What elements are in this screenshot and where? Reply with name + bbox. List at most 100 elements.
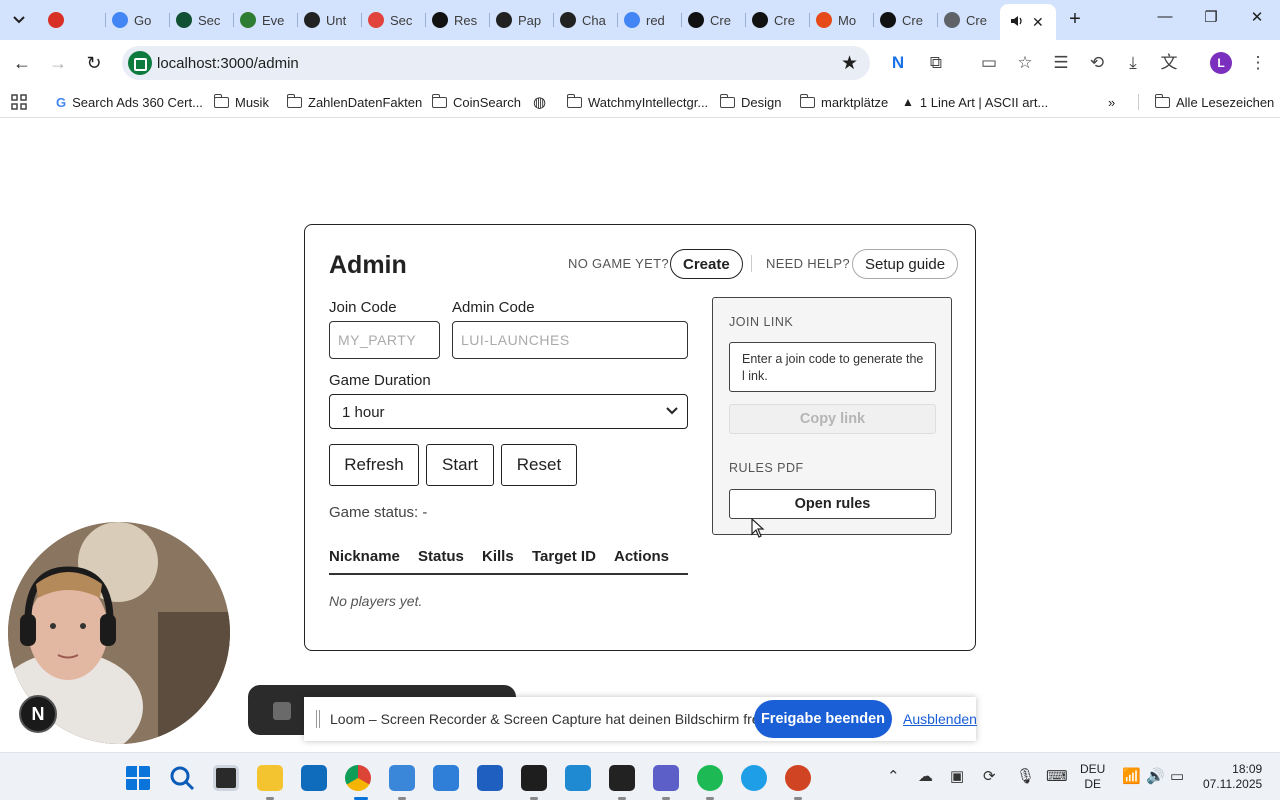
admin-code-input[interactable] <box>452 321 688 359</box>
forward-button[interactable]: → <box>46 51 70 75</box>
apps-grid-icon[interactable] <box>11 92 27 112</box>
outlook-icon[interactable] <box>301 765 327 791</box>
snipping-tool-icon[interactable] <box>389 765 415 791</box>
url-text[interactable]: localhost:3000/admin <box>157 55 299 72</box>
tab-item[interactable] <box>40 6 106 34</box>
tab-item[interactable]: Cre <box>936 6 1002 34</box>
tab-label: Mo <box>838 12 857 28</box>
site-info-icon[interactable] <box>128 51 152 75</box>
game-duration-select[interactable]: 1 hour <box>329 394 688 429</box>
task-view-icon[interactable] <box>213 765 239 791</box>
tab-item[interactable]: Sec <box>360 6 426 34</box>
open-rules-button[interactable]: Open rules <box>729 489 936 519</box>
input-language[interactable]: DEU DE <box>1080 762 1105 792</box>
tab-item[interactable]: Cha <box>552 6 618 34</box>
monitor-icon[interactable]: ▣ <box>950 767 964 785</box>
powerpoint-icon[interactable] <box>785 765 811 791</box>
tab-item[interactable]: Unt <box>296 6 362 34</box>
vscode-icon[interactable] <box>565 765 591 791</box>
address-bar[interactable]: localhost:3000/admin ★ <box>122 46 870 80</box>
tab-item[interactable]: Cre <box>872 6 938 34</box>
setup-guide-button[interactable]: Setup guide <box>852 249 959 279</box>
bookmark-item[interactable]: G Search Ads 360 Cert... <box>56 92 203 112</box>
restore-icon[interactable]: ❐ <box>1196 8 1226 32</box>
tab-item[interactable]: Eve <box>232 6 298 34</box>
tab-item[interactable]: red <box>616 6 682 34</box>
battery-icon[interactable]: ▭ <box>1170 767 1184 785</box>
bookmark-star-icon[interactable]: ★ <box>841 52 858 75</box>
loom-stop-icon[interactable] <box>273 702 291 720</box>
tab-active[interactable]: ✕ <box>1000 4 1056 40</box>
bookmark-item[interactable]: ▲ 1 Line Art | ASCII art... <box>902 92 1048 112</box>
favorites-star-icon[interactable]: ☆ <box>1013 51 1037 75</box>
copy-link-button[interactable]: Copy link <box>729 404 936 434</box>
tab-item[interactable]: Go <box>104 6 170 34</box>
edge-icon[interactable] <box>741 765 767 791</box>
drag-handle-icon[interactable] <box>316 710 320 728</box>
translate-icon[interactable]: 文 <box>1157 51 1181 75</box>
extension-n-icon[interactable]: N <box>886 51 910 75</box>
bookmark-item[interactable]: CoinSearch <box>431 92 521 112</box>
figma-icon[interactable] <box>521 765 547 791</box>
tray-chevron-icon[interactable]: ⌃ <box>887 767 900 785</box>
tab-active-close-icon[interactable]: ✕ <box>1032 14 1044 31</box>
reading-list-icon[interactable]: ☰ <box>1049 51 1073 75</box>
terminal-icon[interactable] <box>609 765 635 791</box>
table-header-divider <box>329 573 688 575</box>
wifi-icon[interactable]: 📶 <box>1122 767 1141 785</box>
minimize-icon[interactable]: — <box>1150 8 1180 32</box>
profile-avatar[interactable]: L <box>1210 52 1232 74</box>
system-clock[interactable]: 18:09 07.11.2025 <box>1203 762 1262 792</box>
new-tab-button[interactable]: + <box>1064 9 1086 31</box>
bookmark-item[interactable]: ZahlenDatenFakten <box>286 92 422 112</box>
create-button[interactable]: Create <box>670 249 743 279</box>
kebab-menu-icon[interactable]: ⋮ <box>1246 51 1270 75</box>
tab-item[interactable]: Mo <box>808 6 874 34</box>
chrome-icon[interactable] <box>345 765 371 791</box>
reload-button[interactable]: ↻ <box>82 51 106 75</box>
bookmark-item[interactable]: marktplätze <box>799 92 888 112</box>
microphone-icon[interactable]: 🎙 <box>1016 767 1035 785</box>
refresh-button[interactable]: Refresh <box>329 444 419 486</box>
window-close-icon[interactable]: ✕ <box>1242 8 1272 32</box>
tab-search-chevron-icon[interactable] <box>6 8 32 32</box>
all-bookmarks-folder[interactable]: Alle Lesezeichen <box>1154 92 1274 112</box>
webcam-n-badge[interactable]: N <box>19 695 57 733</box>
volume-icon[interactable]: 🔊 <box>1146 767 1165 785</box>
folder-icon <box>566 93 582 108</box>
tab-item[interactable]: Res <box>424 6 490 34</box>
download-icon[interactable]: ⤓ <box>1121 51 1145 75</box>
tab-item[interactable]: Sec <box>168 6 234 34</box>
search-icon[interactable] <box>169 765 195 791</box>
notepad-icon[interactable] <box>433 765 459 791</box>
reset-button[interactable]: Reset <box>501 444 577 486</box>
tab-item[interactable]: Pap <box>488 6 554 34</box>
bookmark-item[interactable]: Design <box>719 92 781 112</box>
hide-banner-link[interactable]: Ausblenden <box>903 711 977 727</box>
extensions-puzzle-icon[interactable]: ⧉ <box>924 51 948 75</box>
ascii-icon: ▲ <box>902 95 914 109</box>
join-code-input[interactable] <box>329 321 440 359</box>
tab-item[interactable]: Cre <box>744 6 810 34</box>
payment-card-icon[interactable]: ▭ <box>977 51 1001 75</box>
sync-icon[interactable]: ⟳ <box>983 767 996 785</box>
bookmark-item[interactable]: WatchmyIntellectgr... <box>566 92 708 112</box>
spotify-icon[interactable] <box>697 765 723 791</box>
bookmark-item[interactable]: ◍ <box>533 92 552 112</box>
onedrive-icon[interactable]: ☁ <box>918 767 933 785</box>
start-button[interactable]: Start <box>426 444 494 486</box>
bookmark-item[interactable]: Musik <box>213 92 269 112</box>
windows-start-icon[interactable] <box>125 765 151 791</box>
green-app-icon <box>176 12 192 28</box>
powershell-icon[interactable] <box>477 765 503 791</box>
tab-item[interactable]: Cre <box>680 6 746 34</box>
bookmarks-overflow-icon[interactable]: » <box>1108 92 1115 112</box>
column-header-target-id: Target ID <box>532 548 596 565</box>
framer-icon <box>432 12 448 28</box>
teams-icon[interactable] <box>653 765 679 791</box>
stop-sharing-button[interactable]: Freigabe beenden <box>754 700 892 738</box>
keyboard-icon[interactable]: ⌨ <box>1046 767 1068 785</box>
history-icon[interactable]: ⟲ <box>1085 51 1109 75</box>
back-button[interactable]: ← <box>10 51 34 75</box>
file-explorer-icon[interactable] <box>257 765 283 791</box>
